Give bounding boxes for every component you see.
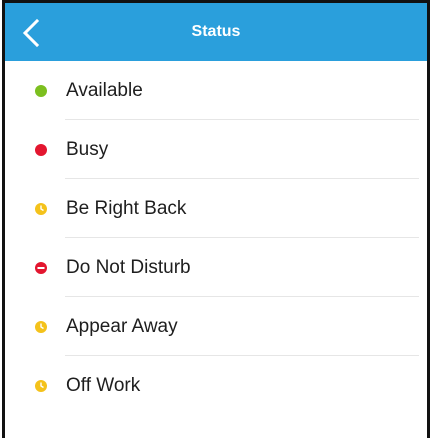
page-title: Status (191, 23, 241, 40)
status-label: Be Right Back (66, 197, 187, 219)
status-screen: Status Available Busy Be Right Back Do N… (2, 0, 430, 438)
chevron-left-icon (22, 18, 40, 48)
status-label: Available (66, 79, 143, 101)
status-item-busy[interactable]: Busy (5, 120, 427, 179)
busy-dot-icon (27, 136, 55, 164)
minus-circle-icon (27, 254, 55, 282)
clock-icon (27, 313, 55, 341)
clock-icon (27, 372, 55, 400)
available-dot-icon (27, 77, 55, 105)
status-label: Busy (66, 138, 109, 160)
status-label: Off Work (66, 374, 141, 396)
status-item-off-work[interactable]: Off Work (5, 356, 427, 415)
status-item-appear-away[interactable]: Appear Away (5, 297, 427, 356)
status-item-available[interactable]: Available (5, 61, 427, 120)
status-list: Available Busy Be Right Back Do Not Dist… (5, 61, 427, 415)
header-bar: Status (5, 3, 427, 61)
back-button[interactable] (13, 13, 49, 53)
status-item-be-right-back[interactable]: Be Right Back (5, 179, 427, 238)
clock-icon (27, 195, 55, 223)
status-label: Do Not Disturb (66, 256, 191, 278)
status-item-do-not-disturb[interactable]: Do Not Disturb (5, 238, 427, 297)
status-label: Appear Away (66, 315, 178, 337)
